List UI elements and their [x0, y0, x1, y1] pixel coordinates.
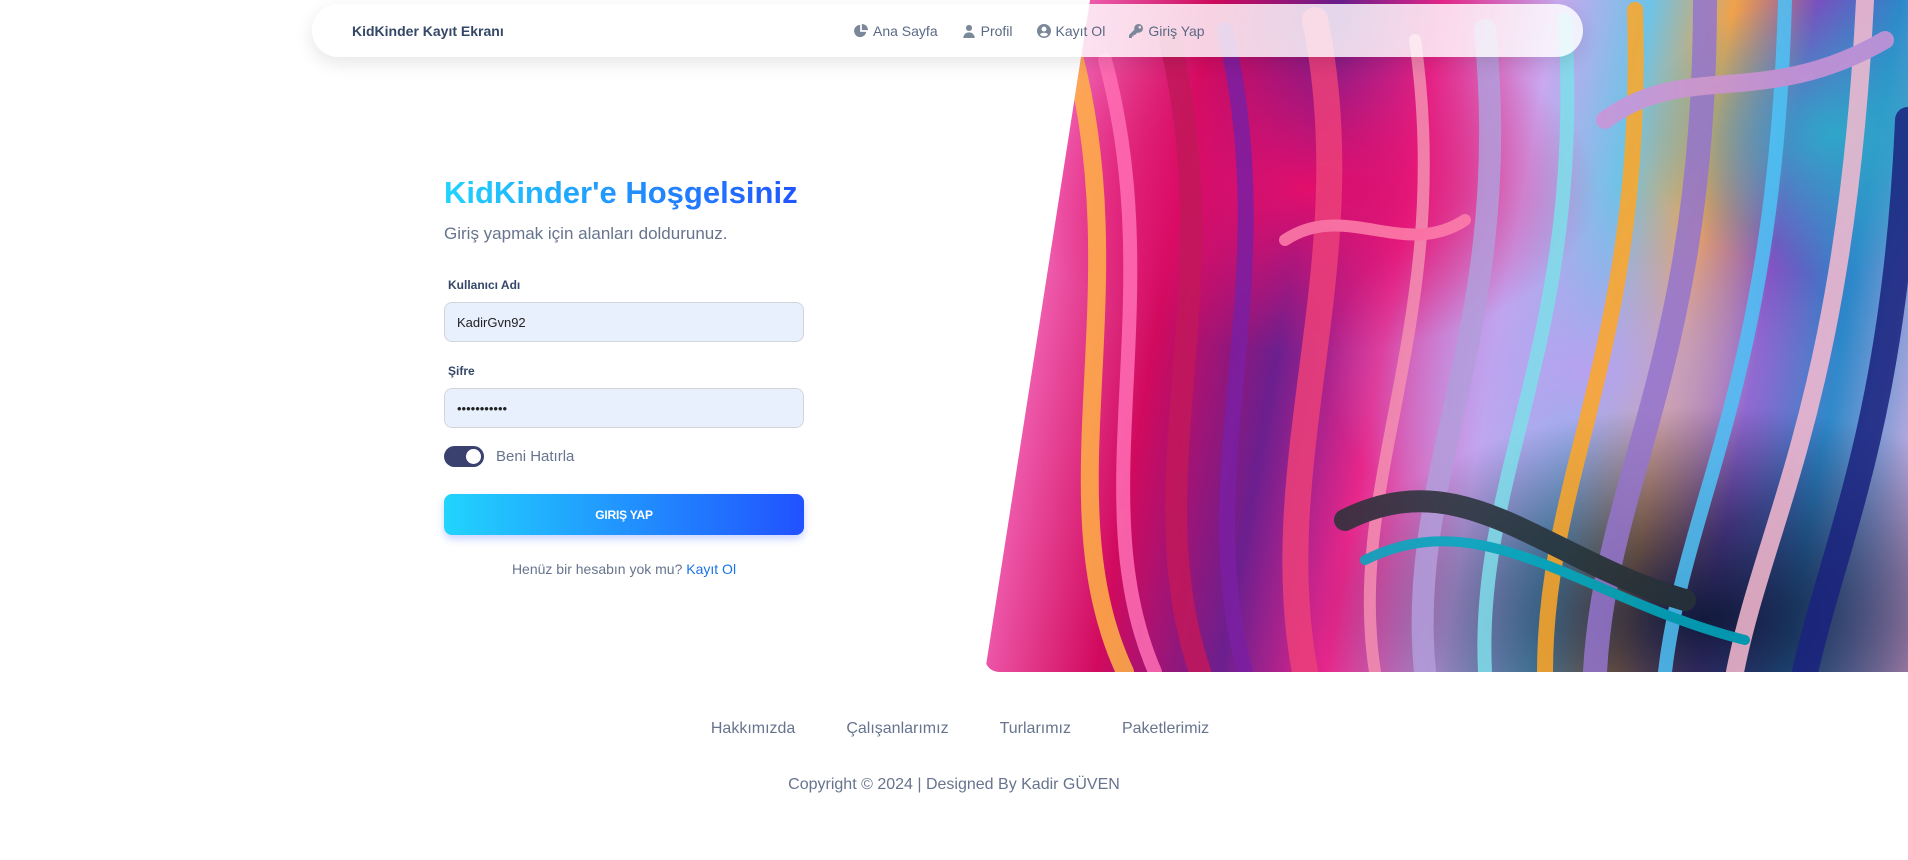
signup-prompt: Henüz bir hesabın yok mu?: [511, 561, 683, 577]
signup-prompt-row: Henüz bir hesabın yok mu? Kayıt Ol: [444, 561, 804, 577]
nav-item-label: Profil: [980, 22, 1013, 39]
brand-title[interactable]: KidKinder Kayıt Ekranı: [352, 23, 504, 39]
footer-link-staff[interactable]: Çalışanlarımız: [846, 720, 948, 738]
footer-link-packages[interactable]: Paketlerimiz: [1122, 720, 1209, 738]
page-title: KidKinder'e Hoşgelsiniz: [444, 172, 804, 214]
remember-me-row: Beni Hatırla: [444, 446, 804, 467]
login-button[interactable]: GIRIŞ YAP: [444, 494, 804, 535]
remember-me-label[interactable]: Beni Hatırla: [496, 448, 574, 465]
footer-link-tours[interactable]: Turlarımız: [1000, 720, 1071, 738]
nav-item-label: Kayıt Ol: [1055, 22, 1106, 39]
username-input[interactable]: [444, 302, 804, 342]
nav-item-login[interactable]: Giriş Yap: [1129, 22, 1205, 39]
nav-links: Ana Sayfa Profil Kayıt Ol Giriş Yap: [854, 4, 1205, 57]
toggle-knob: [466, 449, 481, 464]
user-circle-icon: [1036, 23, 1051, 38]
hero-image: [985, 0, 1908, 672]
password-input[interactable]: [444, 388, 804, 428]
footer-link-about[interactable]: Hakkımızda: [711, 720, 795, 738]
pie-chart-icon: [854, 23, 868, 37]
copyright-text: Copyright © 2024 | Designed By Kadir GÜV…: [788, 776, 1120, 793]
remember-me-toggle[interactable]: [444, 446, 484, 467]
login-form: KidKinder'e Hoşgelsiniz Giriş yapmak içi…: [444, 172, 804, 577]
nav-item-label: Ana Sayfa: [873, 22, 938, 39]
username-label: Kullanıcı Adı: [448, 278, 521, 292]
nav-item-home[interactable]: Ana Sayfa: [854, 23, 938, 39]
nav-item-profile[interactable]: Profil: [962, 23, 1013, 39]
key-icon: [1129, 23, 1144, 38]
password-label: Şifre: [448, 364, 475, 378]
top-navbar: KidKinder Kayıt Ekranı Ana Sayfa Profil …: [312, 4, 1583, 57]
nav-item-label: Giriş Yap: [1148, 22, 1205, 39]
signup-link[interactable]: Kayıt Ol: [686, 561, 736, 577]
page-subtitle: Giriş yapmak için alanları doldurunuz.: [444, 224, 728, 243]
footer-links: Hakkımızda Çalışanlarımız Turlarımız Pak…: [0, 720, 1908, 738]
user-icon: [962, 24, 975, 38]
nav-item-register[interactable]: Kayıt Ol: [1036, 22, 1106, 39]
